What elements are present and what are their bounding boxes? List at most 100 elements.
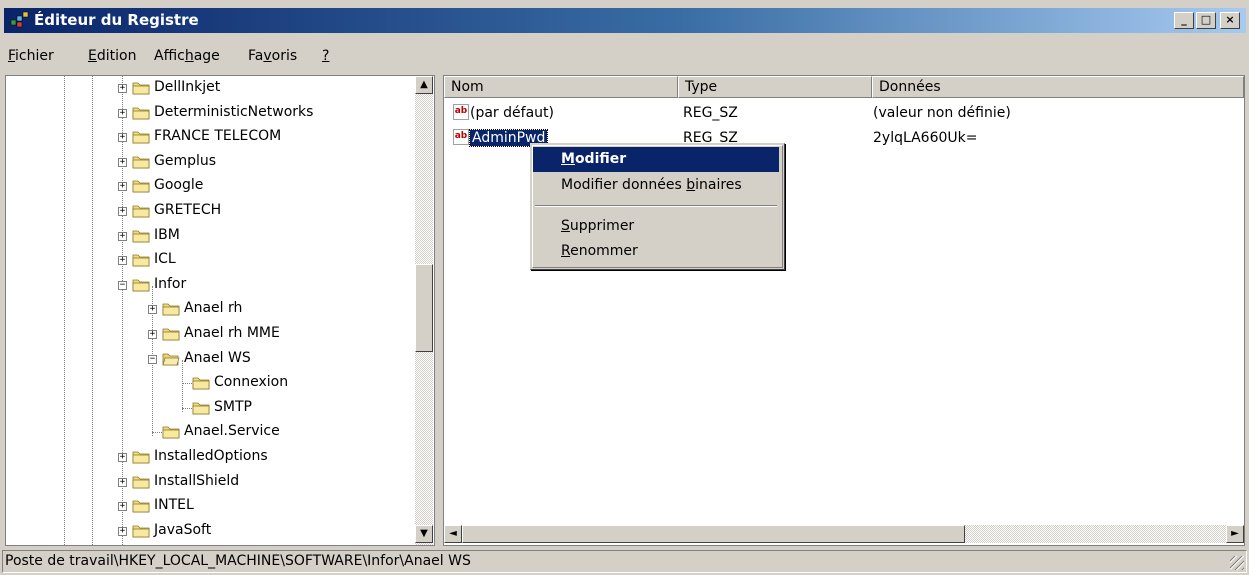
- close-button[interactable]: ×: [1220, 12, 1240, 29]
- list-scroll-thumb[interactable]: [462, 525, 965, 543]
- list-scroll-left-button[interactable]: ◄: [444, 525, 462, 543]
- collapse-icon[interactable]: −: [148, 354, 157, 364]
- window-title: Éditeur du Registre: [34, 11, 199, 29]
- status-path: Poste de travail\HKEY_LOCAL_MACHINE\SOFT…: [5, 553, 471, 569]
- tree-item[interactable]: + FRANCE TELECOM: [6, 127, 415, 149]
- menu-item-modifier-accel: M: [561, 151, 575, 167]
- tree-item-label: Infor: [154, 275, 187, 292]
- tree-item[interactable]: + GRETECH: [6, 201, 415, 223]
- expand-icon[interactable]: +: [118, 133, 127, 143]
- menu-edition[interactable]: Edition: [88, 48, 136, 64]
- tree-item[interactable]: Connexion: [6, 373, 415, 395]
- tree-item[interactable]: + Anael rh: [6, 299, 415, 321]
- tree-item[interactable]: + DellInkjet: [6, 78, 415, 100]
- menu-favoris-label: oris: [271, 48, 298, 64]
- expand-icon[interactable]: +: [148, 305, 157, 315]
- tree-item[interactable]: + JavaSoft: [6, 521, 415, 543]
- menu-help-accel: ?: [322, 48, 330, 64]
- folder-icon: [192, 402, 210, 415]
- menu-bar: Fichier Edition Affichage Favoris ?: [4, 45, 1244, 69]
- resize-grip-icon[interactable]: [1230, 556, 1244, 570]
- expand-icon[interactable]: +: [118, 526, 127, 536]
- collapse-icon[interactable]: −: [118, 280, 127, 290]
- folder-icon: [132, 476, 150, 488]
- expand-icon[interactable]: +: [118, 453, 127, 462]
- menu-item-binaire-pre: Modifier données: [561, 177, 687, 193]
- key-tree-pane[interactable]: + DellInkjet + DeterministicNetworks + FRANCE…: [5, 75, 435, 546]
- expand-icon[interactable]: +: [118, 182, 127, 192]
- menu-item-supprimer[interactable]: Supprimer: [533, 214, 779, 239]
- tree-item[interactable]: + Anael rh MME: [6, 324, 415, 346]
- registry-editor-window: Éditeur du Registre _ □ × Fichier Editio…: [0, 0, 1249, 575]
- tree-item[interactable]: Anael.Service: [6, 422, 415, 444]
- tree-item[interactable]: + DeterministicNetworks: [6, 103, 415, 125]
- menu-favoris[interactable]: Favoris: [248, 48, 297, 64]
- value-data: 2ylqLA660Uk=: [873, 130, 978, 146]
- tree-item[interactable]: − Anael WS: [6, 349, 415, 371]
- folder-icon: [132, 180, 150, 193]
- tree-scroll-thumb[interactable]: [415, 264, 433, 352]
- menu-affichage-label: age: [193, 48, 220, 64]
- tree-item[interactable]: + INTEL: [6, 496, 415, 518]
- menu-item-renommer[interactable]: Renommer: [533, 239, 779, 264]
- tree-scroll-down-button[interactable]: ▼: [415, 525, 433, 543]
- menu-fichier[interactable]: Fichier: [8, 48, 54, 64]
- expand-icon[interactable]: +: [118, 256, 127, 266]
- expand-icon[interactable]: +: [118, 157, 127, 167]
- string-value-icon: ab: [453, 104, 469, 120]
- tree-item[interactable]: − Infor: [6, 275, 415, 297]
- folder-icon: [162, 303, 180, 316]
- menu-help[interactable]: ?: [322, 48, 329, 64]
- menu-item-modifier-binaire[interactable]: Modifier données binaires: [533, 173, 779, 198]
- expand-icon[interactable]: +: [118, 502, 127, 512]
- list-scroll-right-button[interactable]: ►: [1226, 525, 1244, 543]
- tree-item-label: SMTP: [214, 398, 252, 415]
- tree-item[interactable]: + Gemplus: [6, 152, 415, 174]
- column-header-type[interactable]: Type: [678, 76, 872, 98]
- menu-separator: [535, 205, 777, 207]
- list-horizontal-scrollbar[interactable]: ◄ ►: [444, 525, 1244, 543]
- expand-icon[interactable]: +: [118, 108, 127, 118]
- tree-item-label: Google: [154, 177, 204, 194]
- expand-icon[interactable]: +: [118, 231, 127, 241]
- column-header-nom[interactable]: Nom: [444, 76, 678, 98]
- expand-icon[interactable]: +: [118, 207, 127, 216]
- menu-edition-label: dition: [96, 48, 137, 64]
- tree-item[interactable]: + InstallShield: [6, 472, 415, 494]
- expand-icon[interactable]: +: [118, 84, 127, 93]
- expand-icon[interactable]: +: [118, 477, 127, 487]
- maximize-button[interactable]: □: [1196, 12, 1216, 29]
- column-header-donnees[interactable]: Données: [872, 76, 1244, 98]
- menu-affichage[interactable]: Affichage: [154, 48, 220, 64]
- menu-item-supprimer-label: upprimer: [569, 218, 635, 234]
- tree-item-label: JavaSoft: [154, 521, 212, 538]
- tree-item[interactable]: + InstalledOptions: [6, 447, 415, 469]
- tree-item[interactable]: + IBM: [6, 226, 415, 248]
- menu-fichier-label: ichier: [15, 48, 54, 64]
- folder-icon: [132, 500, 150, 513]
- tree-item-label: Gemplus: [154, 152, 217, 169]
- expand-icon[interactable]: +: [148, 330, 157, 339]
- folder-icon: [132, 107, 150, 119]
- folder-icon: [192, 377, 210, 390]
- minimize-button[interactable]: _: [1174, 12, 1194, 29]
- folder-icon: [132, 131, 150, 144]
- menu-item-supprimer-accel: S: [561, 218, 570, 234]
- tree-item[interactable]: SMTP: [6, 398, 415, 420]
- tree-item-label: Anael rh MME: [184, 325, 280, 341]
- tree-item[interactable]: + Google: [6, 176, 415, 198]
- menu-favoris-pre: Fa: [248, 48, 264, 64]
- menu-favoris-accel: v: [263, 48, 272, 64]
- open-folder-icon: [162, 353, 180, 365]
- status-bar: Poste de travail\HKEY_LOCAL_MACHINE\SOFT…: [2, 550, 1247, 573]
- tree-item-label: IBM: [154, 226, 180, 243]
- folder-icon: [132, 82, 150, 95]
- menu-item-modifier[interactable]: Modifier: [533, 147, 779, 172]
- context-menu: Modifier Modifier données binaires Suppr…: [530, 143, 785, 270]
- tree-item[interactable]: + ICL: [6, 250, 415, 272]
- tree-vertical-scrollbar[interactable]: ▲ ▼: [415, 76, 433, 545]
- tree-scroll-up-button[interactable]: ▲: [415, 76, 433, 94]
- tree-item-label: InstalledOptions: [154, 448, 268, 464]
- folder-icon: [132, 230, 150, 242]
- title-bar[interactable]: Éditeur du Registre _ □ ×: [4, 8, 1246, 33]
